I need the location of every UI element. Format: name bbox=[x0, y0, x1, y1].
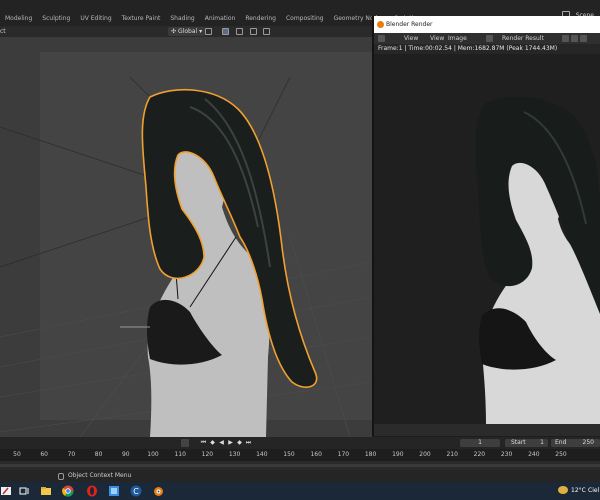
start-label: Start bbox=[511, 439, 526, 446]
render-window: Blender Render View View Image Render Re… bbox=[374, 16, 600, 436]
render-window-titlebar[interactable]: Blender Render bbox=[374, 16, 600, 33]
timeline-header: ⏮ ◆ ◀ ▶ ◆ ⏭ 1 Start 1 End 250 bbox=[0, 437, 600, 449]
chrome-icon[interactable] bbox=[62, 485, 74, 497]
ruler-tick-label: 160 bbox=[310, 451, 322, 458]
workspace-tab[interactable]: Sculpting bbox=[37, 12, 75, 25]
ruler-tick-label: 130 bbox=[228, 451, 241, 458]
record-icon[interactable] bbox=[181, 439, 189, 447]
workspace-tab[interactable]: Shading bbox=[165, 12, 199, 25]
prev-keyframe-icon[interactable]: ◆ bbox=[209, 439, 216, 447]
ruler-tick-label: 240 bbox=[528, 451, 540, 458]
start-frame-field[interactable]: Start 1 bbox=[505, 439, 548, 447]
timeline-ruler[interactable]: 50 60 70 80 90 100 110 120 130 140 150 160 170 180 190… bbox=[0, 449, 600, 461]
play-reverse-icon[interactable]: ◀ bbox=[218, 439, 225, 447]
render-info-bar: Frame:1 | Time:00:02.54 | Mem:1682.87M (… bbox=[374, 44, 600, 54]
os-taskbar: C 12°C Ciel bbox=[0, 482, 600, 500]
ruler-tick-label: 190 bbox=[392, 451, 404, 458]
app-c-icon[interactable]: C bbox=[130, 485, 142, 497]
viewport-header: ct ✣ Global ▾ bbox=[0, 26, 372, 37]
ruler-tick-label: 100 bbox=[147, 451, 159, 458]
opera-icon[interactable] bbox=[86, 485, 98, 497]
play-icon[interactable]: ▶ bbox=[227, 439, 234, 447]
view-menu-2[interactable]: View bbox=[430, 33, 444, 44]
weather-icon[interactable] bbox=[558, 486, 568, 494]
task-view-icon[interactable] bbox=[18, 485, 30, 497]
ruler-tick-label: 150 bbox=[283, 451, 295, 458]
ruler-tick-label: 180 bbox=[364, 451, 377, 458]
object-menu-label[interactable]: ct bbox=[0, 26, 6, 37]
photo-app-icon[interactable] bbox=[108, 485, 120, 497]
snap-target-icon[interactable] bbox=[236, 28, 243, 35]
workspace-tab[interactable]: Modeling bbox=[0, 12, 37, 25]
ruler-tick-label: 200 bbox=[419, 451, 431, 458]
ruler-tick-label: 50 bbox=[13, 451, 21, 458]
end-frame-field[interactable]: End 250 bbox=[551, 439, 600, 447]
ruler-tick-label: 70 bbox=[67, 451, 76, 458]
pen-app-icon[interactable] bbox=[0, 485, 12, 497]
render-window-title: Blender Render bbox=[386, 21, 433, 28]
ruler-tick-label: 60 bbox=[40, 451, 49, 458]
ruler-tick-label: 210 bbox=[446, 451, 458, 458]
jump-start-icon[interactable]: ⏮ bbox=[200, 439, 207, 447]
ruler-tick-label: 140 bbox=[256, 451, 268, 458]
workspace-tab[interactable]: Rendering bbox=[240, 12, 281, 25]
end-label: End bbox=[555, 439, 567, 446]
svg-text:C: C bbox=[133, 487, 139, 496]
render-image bbox=[475, 96, 600, 424]
blender-logo-icon bbox=[377, 21, 384, 28]
chevron-down-icon: ▾ bbox=[199, 28, 203, 35]
start-value: 1 bbox=[540, 439, 544, 446]
ruler-tick-label: 170 bbox=[337, 451, 350, 458]
render-stats: Frame:1 | Time:00:02.54 | Mem:1682.87M (… bbox=[378, 45, 558, 52]
snap-icon[interactable] bbox=[222, 28, 229, 35]
view-menu[interactable]: View bbox=[404, 33, 418, 44]
proportional-edit-icon[interactable] bbox=[250, 28, 257, 35]
status-hint: Object Context Menu bbox=[68, 472, 132, 479]
ruler-tick-label: 250 bbox=[555, 451, 567, 458]
workspace-tab[interactable]: Texture Paint bbox=[117, 12, 166, 25]
image-menu[interactable]: Image bbox=[448, 33, 467, 44]
playback-controls: ⏮ ◆ ◀ ▶ ◆ ⏭ bbox=[200, 439, 252, 447]
ruler-tick-label: 230 bbox=[500, 451, 513, 458]
ruler-tick-label: 80 bbox=[94, 451, 103, 458]
close-image-icon[interactable] bbox=[580, 35, 587, 42]
3d-viewport[interactable] bbox=[0, 37, 372, 437]
weather-condition[interactable]: Ciel bbox=[588, 482, 599, 500]
current-frame-field[interactable]: 1 bbox=[460, 439, 500, 447]
workspace-tab[interactable]: Animation bbox=[200, 12, 241, 25]
ruler-tick-label: 220 bbox=[473, 451, 486, 458]
orientation-icon: ✣ bbox=[171, 28, 177, 35]
image-browse-icon[interactable] bbox=[486, 35, 493, 42]
ruler-tick-label: 110 bbox=[174, 451, 186, 458]
new-image-icon[interactable] bbox=[562, 35, 569, 42]
blender-window: Modeling Sculpting UV Editing Texture Paint… bbox=[0, 0, 600, 500]
render-window-toolbar: View View Image Render Result bbox=[374, 33, 600, 44]
ruler-tick-label: 120 bbox=[201, 451, 214, 458]
weather-temperature[interactable]: 12°C bbox=[571, 482, 586, 500]
end-value: 250 bbox=[582, 439, 594, 446]
mouse-right-icon bbox=[58, 473, 64, 480]
falloff-icon[interactable] bbox=[263, 28, 270, 35]
workspace-tab[interactable]: UV Editing bbox=[75, 12, 116, 25]
blender-taskbar-icon[interactable] bbox=[152, 485, 164, 497]
jump-end-icon[interactable]: ⏭ bbox=[245, 439, 252, 447]
transform-orientation-dropdown[interactable]: ✣ Global ▾ bbox=[168, 27, 206, 36]
save-image-icon[interactable] bbox=[571, 35, 578, 42]
timeline-scrollbar[interactable] bbox=[0, 464, 600, 467]
next-keyframe-icon[interactable]: ◆ bbox=[236, 439, 243, 447]
pivot-icon[interactable] bbox=[205, 28, 212, 35]
file-explorer-icon[interactable] bbox=[40, 485, 52, 497]
orientation-label: Global bbox=[178, 28, 198, 35]
render-result-selector[interactable]: Render Result bbox=[502, 33, 544, 44]
ruler-tick-label: 90 bbox=[121, 451, 130, 458]
viewport-scene bbox=[0, 76, 372, 437]
render-result-canvas[interactable] bbox=[374, 54, 600, 424]
editor-type-icon[interactable] bbox=[378, 35, 385, 42]
workspace-tab[interactable]: Compositing bbox=[281, 12, 329, 25]
status-bar: Object Context Menu bbox=[0, 470, 600, 482]
